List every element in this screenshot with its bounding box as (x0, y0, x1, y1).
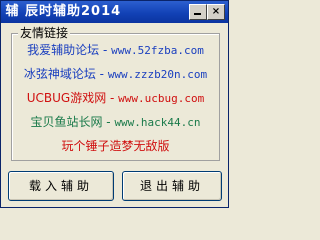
minimize-icon (194, 13, 201, 15)
title-bar[interactable]: 辅 辰时辅助2014 × (1, 1, 228, 23)
load-assist-button[interactable]: 载入辅助 (8, 171, 114, 201)
link-row-52fzba[interactable]: 我爱辅助论坛 - www.52fzba.com (12, 42, 219, 59)
link-name: 冰弦神域论坛 (23, 67, 96, 81)
link-name: 我爱辅助论坛 (27, 43, 100, 57)
window-title: 辰时辅助2014 (25, 4, 122, 19)
app-icon: 辅 (5, 4, 19, 19)
link-row-ucbug[interactable]: UCBUG游戏网 - www.ucbug.com (12, 90, 219, 107)
link-url: www.52fzba.com (111, 44, 204, 57)
minimize-button[interactable] (189, 4, 207, 20)
close-button[interactable]: × (207, 4, 225, 20)
link-row-zzzb20n[interactable]: 冰弦神域论坛 - www.zzzb20n.com (12, 66, 219, 83)
link-name: 宝贝鱼站长网 (30, 115, 103, 129)
link-separator: - (106, 91, 119, 105)
link-url: www.ucbug.com (118, 92, 205, 105)
close-icon: × (211, 6, 221, 17)
link-url: www.zzzb20n.com (107, 68, 208, 81)
link-separator: - (95, 67, 108, 81)
link-name: UCBUG游戏网 (26, 91, 107, 105)
app-window: 辅 辰时辅助2014 × 友情链接 我爱辅助论坛 - www.52fzba.co… (0, 0, 229, 208)
promo-note: 玩个锤子造梦无敌版 (61, 139, 170, 153)
link-separator: - (102, 115, 115, 129)
link-separator: - (99, 43, 112, 57)
exit-assist-button[interactable]: 退出辅助 (122, 171, 222, 201)
friend-links-group: 友情链接 我爱辅助论坛 - www.52fzba.com 冰弦神域论坛 - ww… (11, 26, 220, 161)
link-row-hack44[interactable]: 宝贝鱼站长网 - www.hack44.cn (12, 114, 219, 131)
group-legend: 友情链接 (18, 26, 71, 40)
link-url: www.hack44.cn (114, 116, 201, 129)
